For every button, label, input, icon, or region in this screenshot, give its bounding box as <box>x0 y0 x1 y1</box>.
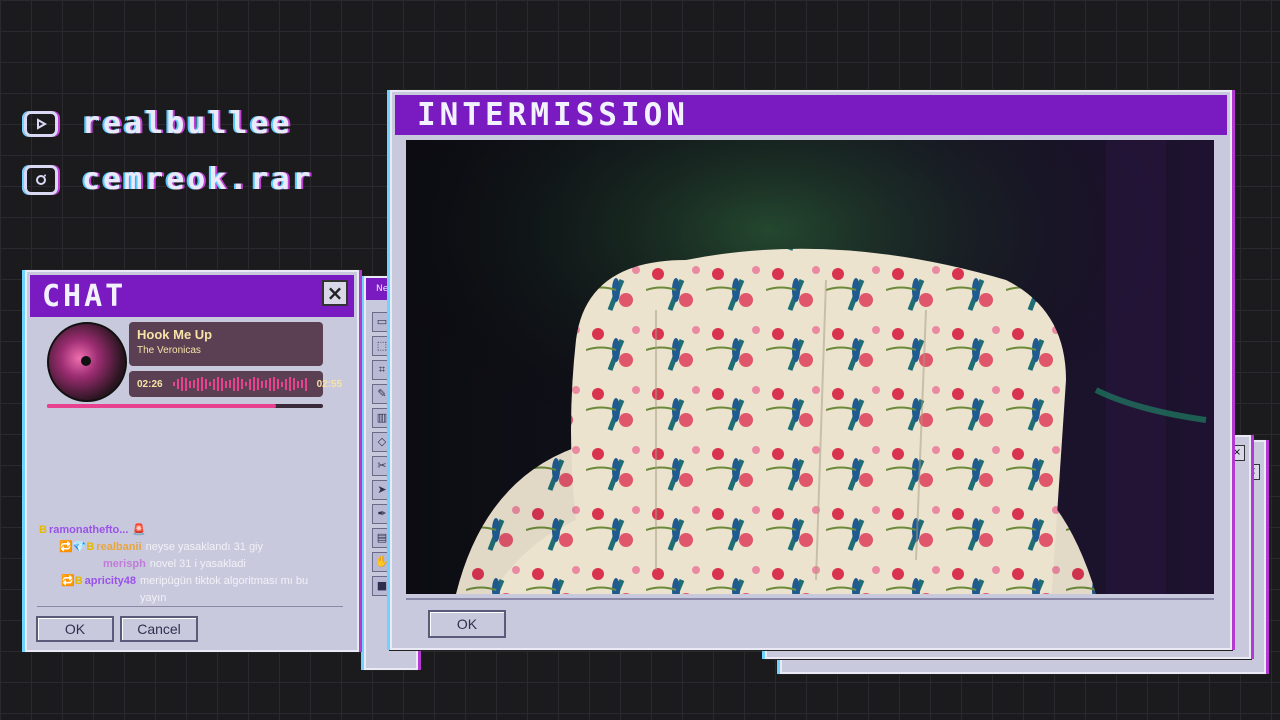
paint-tool-button[interactable]: ➤ <box>372 480 392 500</box>
waveform-bar <box>256 378 259 390</box>
waveform-bar <box>252 377 255 391</box>
waveform-bar <box>184 377 187 391</box>
chat-username[interactable]: ramonathefto... <box>49 522 128 539</box>
armchair-image <box>406 140 1214 594</box>
chat-username[interactable]: apricity48 <box>85 573 136 607</box>
paint-tool-button[interactable]: ▤ <box>372 528 392 548</box>
divider <box>406 598 1214 600</box>
chat-username[interactable]: merisph <box>103 556 146 573</box>
waveform-bar <box>280 381 283 387</box>
waveform-bar <box>304 377 307 391</box>
waveform-bar <box>296 380 299 388</box>
waveform-bar <box>288 377 291 391</box>
chat-titlebar: CHAT × <box>30 275 354 317</box>
paint-tool-button[interactable]: ▭ <box>372 312 392 332</box>
elapsed-time: 02:26 <box>137 378 163 390</box>
waveform-bar <box>196 377 199 391</box>
ok-button[interactable]: OK <box>36 616 114 642</box>
waveform-bar <box>236 377 239 391</box>
paint-tool-button[interactable]: ⬚ <box>372 336 392 356</box>
waveform-bar <box>208 382 211 386</box>
total-time: 02:55 <box>316 378 343 390</box>
chat-window: CHAT × Hook Me Up The Veronicas 02:26 02… <box>25 270 359 652</box>
album-art <box>47 322 127 402</box>
waveform-bar <box>204 379 207 389</box>
waveform-bar <box>232 377 235 391</box>
paint-tool-button[interactable]: ■ <box>372 576 392 596</box>
waveform-bar <box>260 380 263 388</box>
intermission-titlebar: INTERMISSION <box>395 95 1227 135</box>
close-icon[interactable]: × <box>322 280 348 306</box>
waveform-bar <box>248 378 251 390</box>
user-badges: B <box>39 524 47 536</box>
waveform-bar <box>244 382 247 386</box>
waveform-bar <box>172 382 175 386</box>
instagram-icon <box>24 164 58 195</box>
waveform-bar <box>284 378 287 390</box>
paint-tool-button[interactable]: ▥ <box>372 408 392 428</box>
playback-bar: 02:26 02:55 <box>129 371 342 397</box>
chat-text: novel 31 i yasakladi <box>149 558 246 570</box>
song-progress-fill <box>47 404 277 408</box>
waveform-bar <box>224 380 227 388</box>
chat-messages: B ramonathefto... 🚨 🔁💎B realbanii neyse … <box>39 522 349 607</box>
paint-tool-button[interactable]: ✎ <box>372 384 392 404</box>
waveform-bar <box>180 377 183 391</box>
waveform <box>172 377 307 391</box>
chat-message: merisph novel 31 i yasakladi <box>39 556 349 573</box>
instagram-social: cemreok.rar <box>24 162 314 197</box>
paint-tool-button[interactable]: ✋ <box>372 552 392 572</box>
chat-text: neyse yasaklandı 31 giy <box>145 541 264 553</box>
song-artist: The Veronicas <box>137 345 201 356</box>
waveform-bar <box>212 378 215 390</box>
chat-text: meripügün tiktok algoritması mı bu yayın <box>140 575 309 604</box>
chat-title: CHAT <box>42 278 127 314</box>
waveform-bar <box>216 377 219 391</box>
waveform-bar <box>292 378 295 390</box>
waveform-bar <box>268 377 271 391</box>
waveform-bar <box>300 380 303 388</box>
chat-message: 🔁B apricity48 meripügün tiktok algoritma… <box>39 573 349 607</box>
divider <box>37 606 343 607</box>
paint-tool-button[interactable]: ✒ <box>372 504 392 524</box>
webcam-feed <box>406 140 1214 594</box>
ok-button[interactable]: OK <box>428 610 506 638</box>
chat-text: 🚨 <box>132 524 147 536</box>
intermission-title: INTERMISSION <box>417 97 689 133</box>
waveform-bar <box>192 380 195 388</box>
chat-message: 🔁💎B realbanii neyse yasaklandı 31 giy <box>39 539 349 556</box>
waveform-bar <box>176 379 179 389</box>
waveform-bar <box>272 377 275 391</box>
now-playing-card: Hook Me Up The Veronicas <box>129 322 323 366</box>
song-title: Hook Me Up <box>137 327 213 342</box>
paint-tool-button[interactable]: ✂ <box>372 456 392 476</box>
paint-tool-button[interactable]: ⌗ <box>372 360 392 380</box>
youtube-handle: realbullee <box>82 106 293 141</box>
cancel-button[interactable]: Cancel <box>120 616 198 642</box>
waveform-bar <box>228 380 231 388</box>
waveform-bar <box>188 380 191 388</box>
intermission-window: INTERMISSION OK <box>390 90 1232 650</box>
paint-tool-button[interactable]: ◇ <box>372 432 392 452</box>
song-progress-bar <box>47 404 323 408</box>
waveform-bar <box>276 379 279 389</box>
chat-message: B ramonathefto... 🚨 <box>39 522 349 539</box>
user-badges: 🔁💎B <box>59 541 95 553</box>
instagram-handle: cemreok.rar <box>82 162 314 197</box>
user-badges: 🔁B <box>61 575 83 587</box>
waveform-bar <box>264 380 267 388</box>
youtube-social: realbullee <box>24 106 293 141</box>
waveform-bar <box>240 379 243 389</box>
chat-username[interactable]: realbanii <box>96 539 141 556</box>
waveform-bar <box>200 377 203 391</box>
waveform-bar <box>220 377 223 391</box>
youtube-icon <box>24 110 58 137</box>
